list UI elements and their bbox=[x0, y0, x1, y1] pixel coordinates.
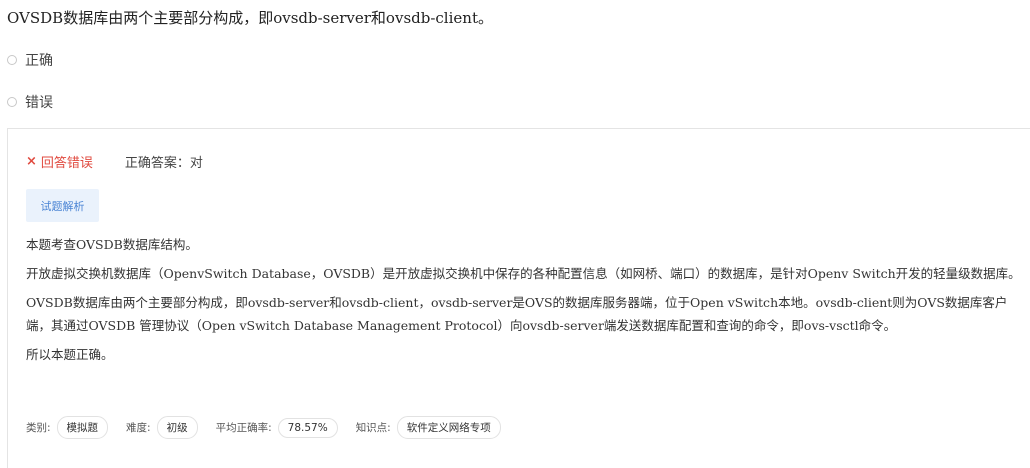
analysis-paragraph: 开放虚拟交换机数据库（OpenvSwitch Database，OVSDB）是开… bbox=[26, 266, 1021, 281]
option-correct[interactable]: 正确 bbox=[7, 50, 53, 70]
answer-panel: × 回答错误 正确答案：对 试题解析 本题考查OVSDB数据库结构。 开放虚拟交… bbox=[7, 128, 1030, 468]
accuracy-badge: 78.57% bbox=[277, 417, 338, 438]
analysis-content: 本题考查OVSDB数据库结构。 开放虚拟交换机数据库（OpenvSwitch D… bbox=[26, 233, 1030, 372]
correct-answer: 正确答案：对 bbox=[124, 156, 203, 171]
difficulty-label: 难度: bbox=[126, 422, 151, 434]
knowledge-label: 知识点: bbox=[355, 422, 391, 434]
question-text: OVSDB数据库由两个主要部分构成，即ovsdb-server和ovsdb-cl… bbox=[7, 9, 493, 27]
question-meta: 类别: 模拟题 难度: 初级 平均正确率: 78.57% 知识点: 软件定义网络… bbox=[26, 416, 519, 439]
radio-circle-icon[interactable] bbox=[7, 97, 17, 107]
knowledge-badge[interactable]: 软件定义网络专项 bbox=[396, 416, 501, 439]
cross-icon: × bbox=[26, 154, 37, 169]
answer-status-text: 回答错误 bbox=[40, 156, 93, 171]
analysis-paragraph: OVSDB数据库由两个主要部分构成，即ovsdb-server和ovsdb-cl… bbox=[26, 295, 1008, 333]
category-label: 类别: bbox=[26, 422, 51, 434]
option-wrong[interactable]: 错误 bbox=[7, 92, 53, 112]
category-badge: 模拟题 bbox=[56, 416, 109, 439]
result-row: × 回答错误 正确答案：对 bbox=[26, 152, 203, 171]
answer-status: × 回答错误 bbox=[26, 152, 93, 171]
difficulty-badge: 初级 bbox=[156, 416, 198, 439]
option-label: 正确 bbox=[25, 53, 53, 69]
accuracy-label: 平均正确率: bbox=[215, 422, 272, 434]
tab-analysis[interactable]: 试题解析 bbox=[26, 189, 99, 222]
option-label: 错误 bbox=[25, 95, 53, 111]
analysis-paragraph: 本题考查OVSDB数据库结构。 bbox=[26, 237, 198, 252]
analysis-paragraph: 所以本题正确。 bbox=[26, 347, 114, 362]
radio-circle-icon[interactable] bbox=[7, 55, 17, 65]
